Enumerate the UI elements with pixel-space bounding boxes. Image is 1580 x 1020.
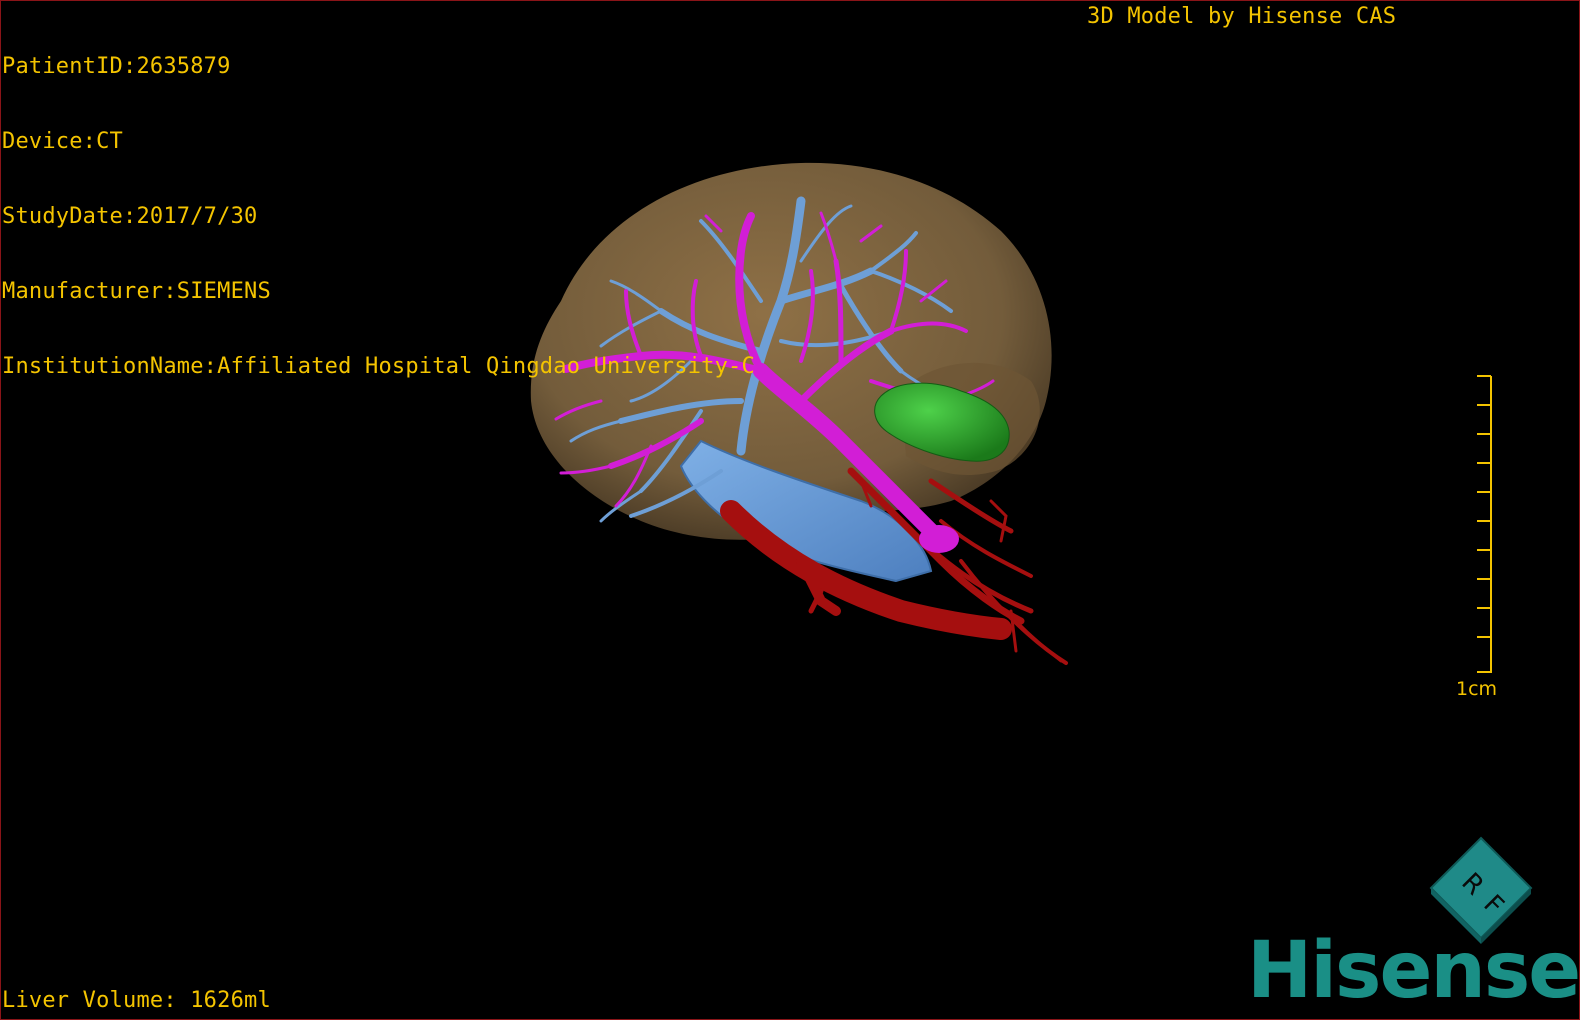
study-date: StudyDate:2017/7/30 [2, 204, 258, 229]
portal-vein-trunk [919, 525, 959, 553]
scale-bar [1477, 375, 1492, 673]
device: Device:CT [2, 129, 124, 154]
model-caption: 3D Model by Hisense CAS [1087, 4, 1397, 29]
dicom-info-overlay: PatientID:2635879 Device:CT StudyDate:20… [2, 4, 755, 429]
patient-id: PatientID:2635879 [2, 54, 231, 79]
scale-label: 1cm [1456, 678, 1498, 700]
3d-viewer-viewport[interactable]: PatientID:2635879 Device:CT StudyDate:20… [0, 0, 1580, 1020]
institution-name: InstitutionName:Affiliated Hospital Qing… [2, 354, 755, 379]
manufacturer: Manufacturer:SIEMENS [2, 279, 271, 304]
liver-volume: Liver Volume: 1626ml [2, 988, 271, 1013]
hisense-logo: Hisense [1247, 926, 1580, 1016]
